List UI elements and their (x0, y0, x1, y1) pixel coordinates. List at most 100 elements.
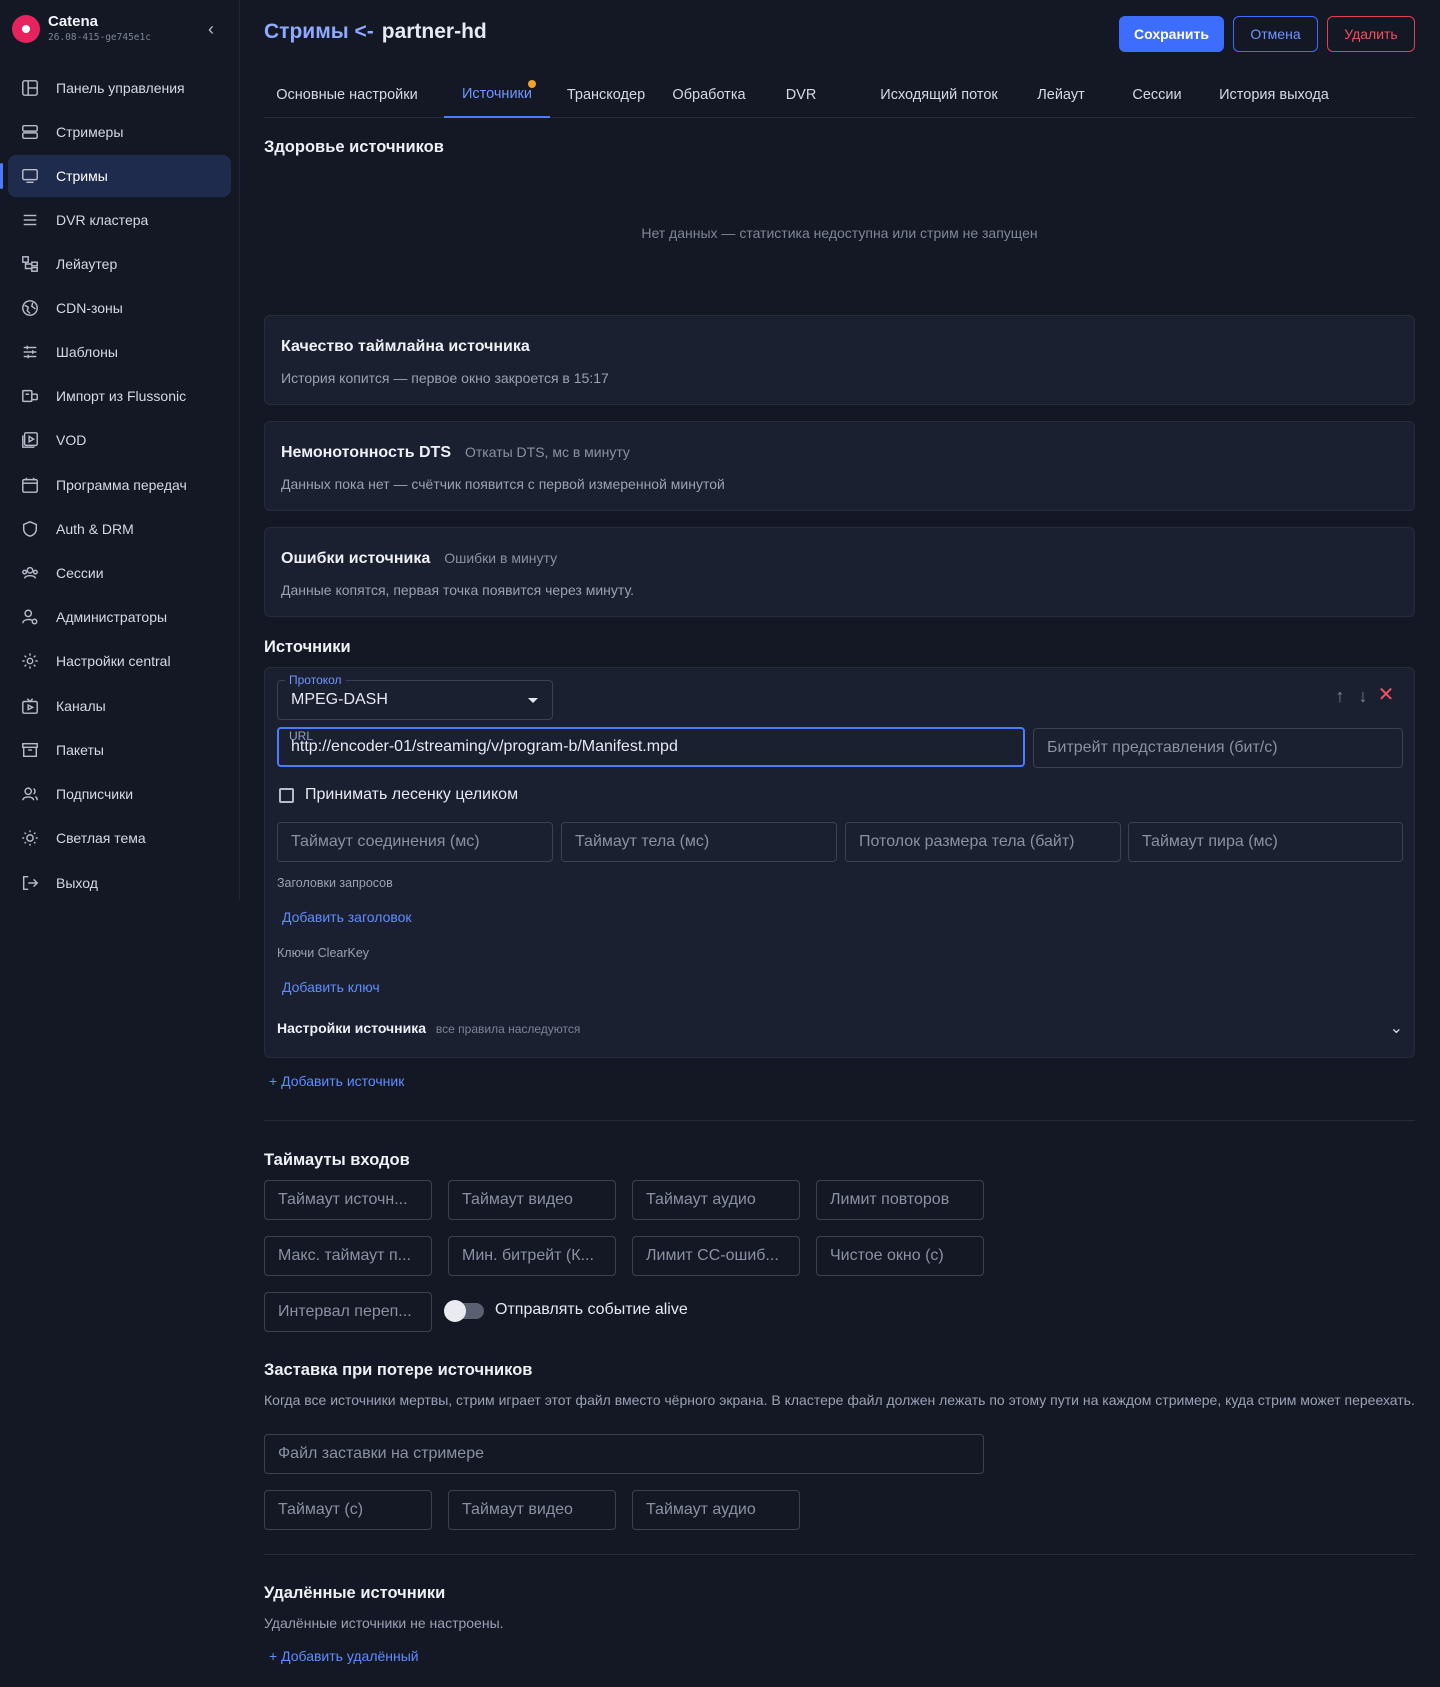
sidebar-item-flussonic-import[interactable]: Импорт из Flussonic (8, 375, 231, 417)
accept-ladder-checkbox[interactable] (279, 788, 294, 803)
fallback-description: Когда все источники мертвы, стрим играет… (264, 1392, 1415, 1408)
users-icon (20, 563, 40, 583)
stream-name: partner-hd (381, 20, 487, 43)
min-bitrate-input[interactable]: Мин. битрейт (К... (448, 1236, 616, 1276)
remove-source-close-icon[interactable]: ✕ (1376, 684, 1396, 706)
sidebar-item-label: Подписчики (56, 786, 134, 802)
tab-label: Источники (461, 86, 532, 102)
tab-output[interactable]: Исходящий поток (874, 72, 1004, 118)
collapse-sidebar-chevron-left-icon[interactable]: ‹ (200, 18, 222, 40)
source-settings-expander[interactable]: Настройки источника все правила наследую… (277, 1020, 1403, 1044)
move-down-arrow-icon[interactable]: ↓ (1353, 685, 1373, 707)
tab-transcoder[interactable]: Транскодер (556, 72, 656, 118)
logout-icon (20, 873, 40, 893)
retry-limit-input[interactable]: Лимит повторов (816, 1180, 984, 1220)
server-icon (20, 122, 40, 142)
fallback-file-input[interactable]: Файл заставки на стримере (264, 1434, 984, 1474)
alive-event-toggle[interactable] (444, 1300, 484, 1322)
sidebar: Catena 26.08-415-ge745e1c ‹ Панель управ… (0, 0, 240, 900)
brand-logo (12, 15, 40, 43)
globe-icon (20, 298, 40, 318)
tab-output-history[interactable]: История выхода (1212, 72, 1336, 118)
save-button[interactable]: Сохранить (1119, 16, 1224, 52)
card-text: Данных пока нет — счётчик появится с пер… (281, 476, 725, 492)
tab-processing[interactable]: Обработка (664, 72, 754, 118)
card-title-text: Ошибки источника (281, 550, 431, 567)
sidebar-item-admins[interactable]: Администраторы (8, 596, 231, 638)
chevron-down-icon: ⌄ (1389, 1020, 1403, 1037)
audio-timeout-input[interactable]: Таймаут аудио (632, 1180, 800, 1220)
cancel-button[interactable]: Отмена (1233, 16, 1318, 52)
tab-layout[interactable]: Лейаут (1026, 72, 1096, 118)
video-timeout-input[interactable]: Таймаут видео (448, 1180, 616, 1220)
sidebar-item-dashboard[interactable]: Панель управления (8, 67, 231, 109)
sidebar-item-cluster-dvr[interactable]: DVR кластера (8, 199, 231, 241)
peer-timeout-input[interactable]: Таймаут пира (мс) (1128, 822, 1403, 862)
sidebar-item-label: Пакеты (56, 742, 104, 758)
remote-sources-title: Удалённые источники (264, 1584, 446, 1602)
fallback-title: Заставка при потере источников (264, 1361, 533, 1379)
sidebar-item-label: Светлая тема (56, 830, 146, 846)
dts-card: Немонотонность DTS Откаты DTS, мс в минут… (264, 421, 1415, 511)
fallback-audio-timeout-input[interactable]: Таймаут аудио (632, 1490, 800, 1530)
tab-sources[interactable]: Источники (444, 72, 550, 118)
tab-dvr[interactable]: DVR (776, 72, 826, 118)
tab-general[interactable]: Основные настройки (264, 72, 430, 118)
tab-sessions[interactable]: Сессии (1122, 72, 1192, 118)
move-up-arrow-icon[interactable]: ↑ (1330, 685, 1350, 707)
divider (264, 1120, 1415, 1121)
sidebar-item-cdn-zones[interactable]: CDN-зоны (8, 287, 231, 329)
reconnect-interval-input[interactable]: Интервал переп... (264, 1292, 432, 1332)
sidebar-item-central-settings[interactable]: Настройки central (8, 640, 231, 682)
bitrate-input[interactable]: Битрейт представления (бит/с) (1033, 728, 1403, 768)
add-source-link[interactable]: + Добавить источник (269, 1073, 404, 1089)
sidebar-item-vod[interactable]: VOD (8, 419, 231, 461)
sidebar-item-streams[interactable]: Стримы (0, 155, 231, 197)
gear-icon (20, 651, 40, 671)
request-headers-label: Заголовки запросов (277, 876, 393, 890)
fallback-timeout-input[interactable]: Таймаут (с) (264, 1490, 432, 1530)
delete-button[interactable]: Удалить (1327, 16, 1415, 52)
source-timeout-input[interactable]: Таймаут источн... (264, 1180, 432, 1220)
add-remote-link[interactable]: + Добавить удалённый (269, 1648, 419, 1664)
sidebar-item-light-theme[interactable]: Светлая тема (8, 817, 231, 859)
caret-down-icon (528, 698, 538, 703)
layout-icon (20, 254, 40, 274)
cc-error-limit-input[interactable]: Лимит CC-ошиб... (632, 1236, 800, 1276)
sidebar-item-logout[interactable]: Выход (8, 862, 231, 904)
sidebar-item-packages[interactable]: Пакеты (8, 729, 231, 771)
max-timeout-input[interactable]: Макс. таймаут п... (264, 1236, 432, 1276)
import-icon (20, 386, 40, 406)
connect-timeout-input[interactable]: Таймаут соединения (мс) (277, 822, 553, 862)
sidebar-item-subscribers[interactable]: Подписчики (8, 773, 231, 815)
add-key-link[interactable]: Добавить ключ (282, 979, 380, 995)
tab-bar: Основные настройки Источники Транскодер … (264, 72, 1415, 118)
source-settings-title: Настройки источника (277, 1020, 427, 1036)
sliders-icon (20, 342, 40, 362)
protocol-value: MPEG-DASH (291, 691, 388, 708)
sidebar-item-label: Шаблоны (56, 344, 118, 360)
sidebar-item-auth-drm[interactable]: Auth & DRM (8, 508, 231, 550)
body-timeout-input[interactable]: Таймаут тела (мс) (561, 822, 837, 862)
clean-window-input[interactable]: Чистое окно (с) (816, 1236, 984, 1276)
sidebar-item-streamers[interactable]: Стримеры (8, 111, 231, 153)
add-header-link[interactable]: Добавить заголовок (282, 909, 412, 925)
brand[interactable]: Catena 26.08-415-ge745e1c (10, 12, 230, 46)
sidebar-item-label: Панель управления (56, 80, 185, 96)
sidebar-item-templates[interactable]: Шаблоны (8, 331, 231, 373)
subscribers-icon (20, 784, 40, 804)
sidebar-item-layouter[interactable]: Лейаутер (8, 243, 231, 285)
sidebar-item-sessions[interactable]: Сессии (8, 552, 231, 594)
body-size-limit-input[interactable]: Потолок размера тела (байт) (845, 822, 1121, 862)
sidebar-item-tv-program[interactable]: Программа передач (8, 464, 231, 506)
sidebar-item-label: CDN-зоны (56, 300, 123, 316)
input-timeouts-title: Таймауты входов (264, 1151, 410, 1169)
card-text: История копится — первое окно закроется … (281, 370, 609, 386)
card-text: Данные копятся, первая точка появится че… (281, 582, 634, 598)
url-input[interactable]: http://encoder-01/streaming/v/program-b/… (277, 727, 1025, 767)
brand-version: 26.08-415-ge745e1c (48, 32, 151, 43)
sidebar-item-channels[interactable]: Каналы (8, 685, 231, 727)
brand-name: Catena (48, 13, 99, 30)
fallback-video-timeout-input[interactable]: Таймаут видео (448, 1490, 616, 1530)
breadcrumb-back-link[interactable]: Стримы <- (264, 20, 374, 43)
